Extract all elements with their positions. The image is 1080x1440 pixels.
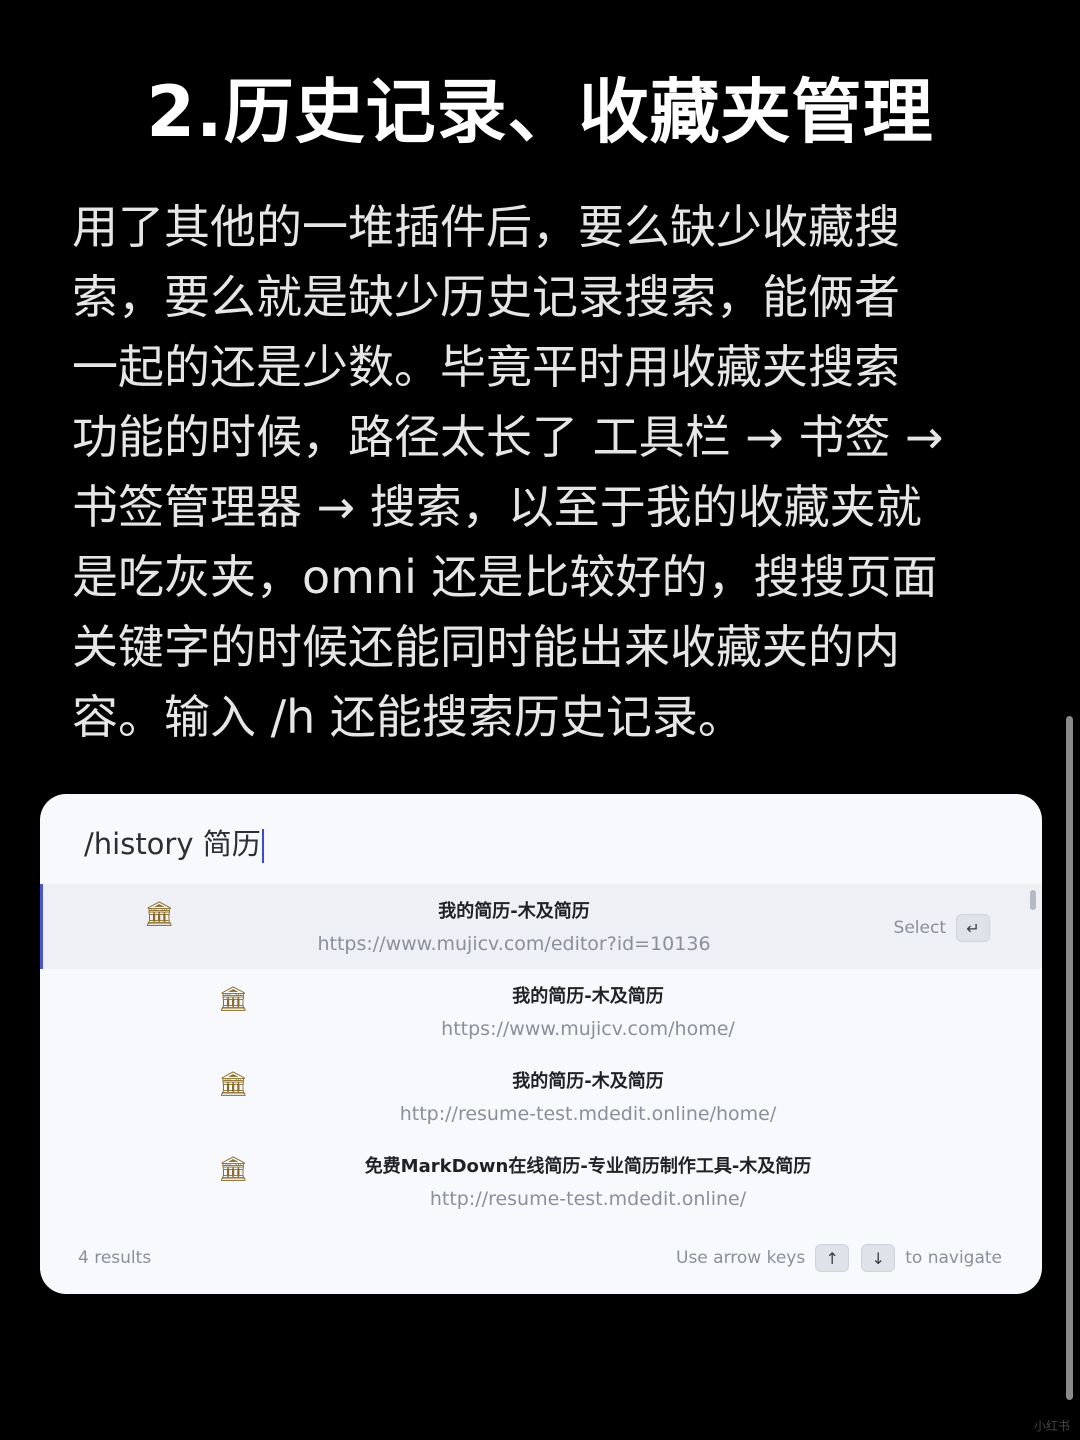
result-title: 免费MarkDown在线简历-专业简历制作工具-木及简历 [364,1156,812,1177]
text-caret [261,829,264,863]
result-title: 我的简历-木及简历 [512,986,664,1007]
search-input-value: /history 简历 [84,827,261,861]
result-row[interactable]: 🏛 免费MarkDown在线简历-专业简历制作工具-木及简历 http://re… [40,1139,1042,1224]
watermark: 小红书 [1033,1419,1070,1433]
result-text: 我的简历-木及简历 https://www.mujicv.com/editor?… [240,898,788,960]
nav-hint-prefix: Use arrow keys [676,1248,806,1268]
select-hint: Select ↵ [894,914,990,942]
results-scrollbar[interactable] [1030,890,1036,910]
result-url: http://resume-test.mdedit.online/ [429,1188,747,1210]
result-row[interactable]: 🏛 我的简历-木及简历 https://www.mujicv.com/edito… [40,884,1042,969]
result-row[interactable]: 🏛 我的简历-木及简历 https://www.mujicv.com/home/ [40,969,1042,1054]
result-url: https://www.mujicv.com/editor?id=10136 [317,933,711,955]
omni-search-panel: /history 简历 🏛 我的简历-木及简历 https://www.muji… [40,794,1042,1294]
result-url: http://resume-test.mdedit.online/home/ [399,1103,777,1125]
description-paragraph: 用了其他的一堆插件后，要么缺少收藏搜 索，要么就是缺少历史记录搜索，能俩者 一起… [72,200,944,744]
result-text: 免费MarkDown在线简历-专业简历制作工具-木及简历 http://resu… [314,1153,862,1215]
arrow-down-icon: ↓ [861,1244,896,1272]
result-title: 我的简历-木及简历 [438,901,590,922]
result-url: https://www.mujicv.com/home/ [441,1018,735,1040]
museum-icon: 🏛 [218,1070,249,1098]
nav-hint-suffix: to navigate [905,1248,1002,1268]
results-list: 🏛 我的简历-木及简历 https://www.mujicv.com/edito… [40,884,1042,1224]
result-title: 我的简历-木及简历 [512,1071,664,1092]
result-text: 我的简历-木及简历 http://resume-test.mdedit.onli… [314,1068,862,1130]
page-title: 2.历史记录、收藏夹管理 [146,71,934,153]
select-label: Select [893,918,946,938]
page-scrollbar[interactable] [1066,716,1073,1400]
result-text: 我的简历-木及简历 https://www.mujicv.com/home/ [314,983,862,1045]
results-count: 4 results [78,1248,152,1268]
museum-icon: 🏛 [218,985,249,1013]
search-input[interactable]: /history 简历 [84,822,264,866]
result-row[interactable]: 🏛 我的简历-木及简历 http://resume-test.mdedit.on… [40,1054,1042,1139]
enter-key-icon: ↵ [956,914,990,942]
museum-icon: 🏛 [144,900,175,928]
museum-icon: 🏛 [218,1155,249,1183]
navigation-hint: Use arrow keys ↑ ↓ to navigate [676,1244,1002,1272]
arrow-up-icon: ↑ [815,1244,850,1272]
omni-footer: 4 results Use arrow keys ↑ ↓ to navigate [40,1228,1042,1294]
